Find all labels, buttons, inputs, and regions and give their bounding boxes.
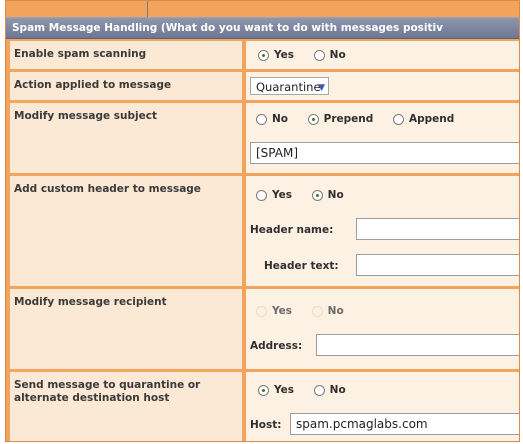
address-label: Address: [250,340,303,352]
radio-checked-icon [311,189,323,201]
header-name-input[interactable] [356,218,519,240]
row-enable-spam-scanning: Enable spam scanning Yes No [10,41,519,69]
radio-checked-icon [307,113,319,125]
divider [147,1,148,17]
radio-unchecked-icon [313,384,325,396]
custom-header-label: Add custom header to message [10,176,242,286]
address-input[interactable] [316,334,519,356]
enable-spam-no-radio[interactable]: No [313,49,346,61]
enable-spam-scanning-radios: Yes No [258,49,362,61]
spam-settings-panel: Spam Message Handling (What do you want … [5,0,520,442]
custom-header-no-radio[interactable]: No [311,189,344,201]
radio-unchecked-icon [256,113,267,125]
host-input[interactable]: spam.pcmaglabs.com [290,413,519,435]
row-quarantine-host: Send message to quarantine or alternate … [10,372,519,441]
enable-spam-scanning-label: Enable spam scanning [10,41,242,69]
subject-no-radio[interactable]: No [256,113,288,125]
custom-header-radios: Yes No [256,189,360,201]
subject-prepend-radio[interactable]: Prepend [307,113,373,125]
quarantine-host-label: Send message to quarantine or alternate … [10,372,242,441]
action-select[interactable]: Quarantine ▼ [250,77,329,95]
row-custom-header: Add custom header to message Yes No Head… [10,176,519,286]
radio-checked-icon [258,49,269,61]
modify-subject-radios: No Prepend Append [256,113,470,125]
header-name-label: Header name: [250,224,334,236]
quarantine-yes-radio[interactable]: Yes [258,384,294,396]
row-modify-recipient: Modify message recipient Yes No Address: [10,289,519,369]
recipient-yes-radio[interactable]: Yes [256,305,292,317]
header-text-label: Header text: [264,260,339,272]
section-title: Spam Message Handling (What do you want … [6,17,519,39]
action-applied-label: Action applied to message [10,72,242,100]
radio-unchecked-icon [313,49,325,61]
radio-unchecked-icon [392,113,404,125]
radio-unchecked-icon [256,189,267,201]
radio-unchecked-icon [311,305,323,317]
subject-tag-input[interactable]: [SPAM] [250,142,519,164]
modify-recipient-radios: Yes No [256,305,360,317]
quarantine-no-radio[interactable]: No [313,384,346,396]
quarantine-radios: Yes No [258,384,362,396]
custom-header-yes-radio[interactable]: Yes [256,189,292,201]
radio-checked-icon [258,384,269,396]
subject-append-radio[interactable]: Append [392,113,454,125]
enable-spam-yes-radio[interactable]: Yes [258,49,294,61]
modify-recipient-label: Modify message recipient [10,289,242,369]
radio-unchecked-icon [256,305,267,317]
row-modify-subject: Modify message subject No Prepend Append… [10,103,519,173]
row-action-applied: Action applied to message Quarantine ▼ [10,72,519,100]
recipient-no-radio[interactable]: No [311,305,344,317]
chevron-down-icon: ▼ [318,83,325,93]
host-label: Host: [250,419,282,431]
header-text-input[interactable] [356,254,519,276]
modify-subject-label: Modify message subject [10,103,242,173]
